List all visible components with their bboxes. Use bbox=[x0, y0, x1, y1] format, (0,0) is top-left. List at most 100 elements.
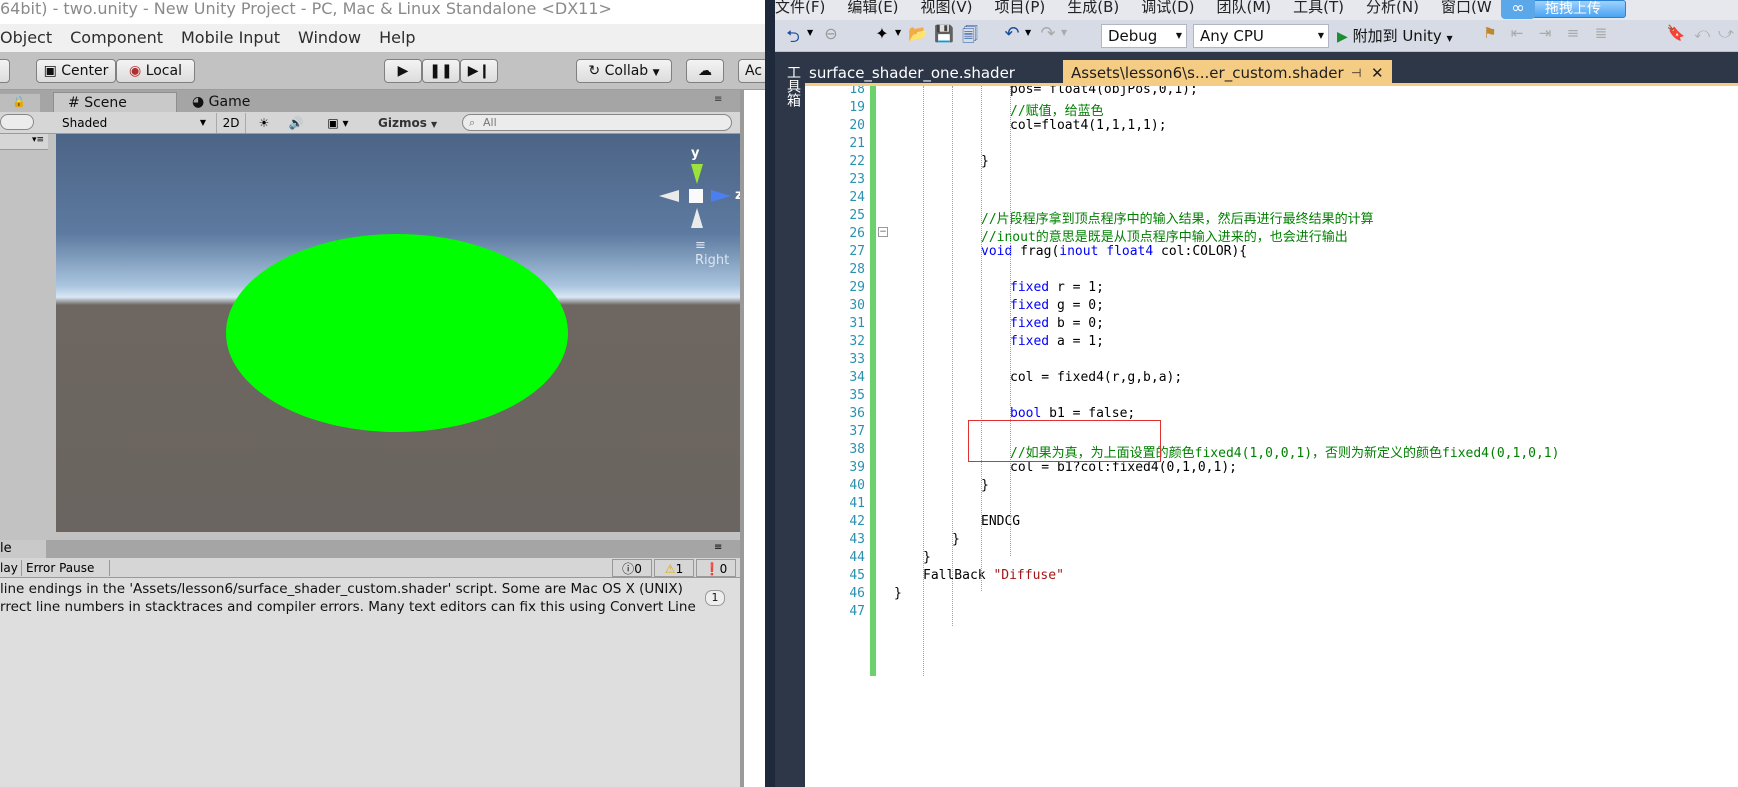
chevron-down-icon[interactable]: ▼ bbox=[895, 28, 901, 37]
pin-icon[interactable]: ⊣ bbox=[1351, 60, 1361, 86]
vs-menu-item[interactable]: 视图(V) bbox=[921, 0, 973, 16]
code-line[interactable]: fixed r = 1; bbox=[1010, 280, 1104, 295]
platform-dropdown[interactable]: Any CPU ▼ bbox=[1193, 24, 1329, 48]
tab-game[interactable]: ◕ Game bbox=[178, 92, 268, 112]
hand-tool-button[interactable] bbox=[0, 59, 10, 83]
gizmos-dropdown[interactable]: Gizmos ▼ bbox=[378, 113, 450, 133]
collab-button[interactable]: ↻ Collab ▼ bbox=[576, 59, 672, 83]
close-icon[interactable]: ✕ bbox=[1371, 60, 1384, 86]
hierarchy-search[interactable] bbox=[0, 114, 34, 130]
panel-divider[interactable] bbox=[740, 90, 744, 540]
code-line[interactable]: ENDCG bbox=[981, 514, 1020, 529]
unity-menu-item[interactable]: Object bbox=[0, 28, 52, 47]
code-line[interactable]: } bbox=[981, 478, 989, 493]
pause-button[interactable]: ❚❚ bbox=[422, 59, 460, 83]
vs-menu-item[interactable]: 工具(T) bbox=[1293, 0, 1344, 16]
back-icon[interactable]: ⮌ bbox=[781, 24, 805, 48]
vs-menu-item[interactable]: 项目(P) bbox=[995, 0, 1046, 16]
comment-icon[interactable]: ≡ bbox=[1561, 24, 1585, 48]
scene-search-input[interactable]: ⌕ All bbox=[462, 114, 732, 131]
code-line[interactable]: } bbox=[894, 586, 902, 601]
indent-icon[interactable]: ⇤ bbox=[1505, 24, 1529, 48]
code-line[interactable]: bool b1 = false; bbox=[1010, 406, 1135, 421]
unity-menu-item[interactable]: Mobile Input bbox=[181, 28, 280, 47]
vs-menu-item[interactable]: 编辑(E) bbox=[847, 0, 898, 16]
error-filter-button[interactable]: ❗0 bbox=[696, 559, 736, 577]
outdent-icon[interactable]: ⇥ bbox=[1533, 24, 1557, 48]
cloud-button[interactable]: ☁ bbox=[686, 59, 724, 83]
open-file-icon[interactable]: 📂 bbox=[907, 24, 929, 48]
account-button[interactable]: Ac bbox=[738, 59, 768, 83]
shading-mode-dropdown[interactable]: Shaded ▼ bbox=[62, 114, 210, 132]
code-editor[interactable]: − 18 pos= float4(objPos,0,1); 19//赋值，给蓝色 20… bbox=[805, 86, 1738, 787]
info-filter-button[interactable]: ⓘ0 bbox=[612, 559, 652, 577]
redo-icon[interactable]: ↷ bbox=[1037, 23, 1059, 47]
code-line[interactable]: pos= float4(objPos,0,1); bbox=[1010, 86, 1198, 97]
gizmo-y-cone[interactable] bbox=[691, 164, 703, 184]
warning-filter-button[interactable]: ⚠1 bbox=[654, 559, 694, 577]
step-button[interactable]: ▶❙ bbox=[460, 59, 498, 83]
unity-menu-item[interactable]: Help bbox=[379, 28, 415, 47]
clear-on-play-toggle[interactable]: lay bbox=[0, 560, 22, 576]
code-line[interactable]: col=float4(1,1,1,1); bbox=[1010, 118, 1167, 133]
lighting-icon[interactable]: ☀ bbox=[252, 113, 276, 133]
vs-menu-item[interactable]: 文件(F) bbox=[775, 0, 825, 16]
code-line[interactable]: } bbox=[981, 154, 989, 169]
tab-console[interactable]: le bbox=[0, 540, 46, 558]
code-line[interactable]: fixed a = 1; bbox=[1010, 334, 1104, 349]
unity-menu-item[interactable]: Component bbox=[70, 28, 163, 47]
gizmo-neg-y-cone[interactable] bbox=[691, 208, 703, 228]
hierarchy-tab-stub[interactable]: 🔒 bbox=[0, 94, 40, 112]
attach-unity-button[interactable]: ▶ 附加到 Unity ▼ bbox=[1337, 24, 1453, 48]
code-line[interactable]: void frag(inout float4 col:COLOR){ bbox=[981, 244, 1247, 259]
green-sphere[interactable] bbox=[226, 234, 568, 432]
pivot-center-button[interactable]: ▣ Center bbox=[36, 59, 116, 83]
scene-viewport[interactable]: y z ≡ Right 🔒 bbox=[56, 134, 740, 532]
code-line[interactable]: //赋值，给蓝色 bbox=[1010, 100, 1104, 119]
vs-menu-item[interactable]: 生成(B) bbox=[1067, 0, 1119, 16]
config-dropdown[interactable]: Debug ▼ bbox=[1101, 24, 1187, 48]
tab-scene[interactable]: # Scene bbox=[53, 92, 177, 112]
code-line[interactable]: col = fixed4(r,g,b,a); bbox=[1010, 370, 1182, 385]
console-message-line[interactable]: line endings in the 'Assets/lesson6/surf… bbox=[0, 580, 740, 598]
bookmark-icon[interactable]: 🔖 bbox=[1665, 24, 1687, 48]
scene-gizmo[interactable]: y z ≡ Right 🔒 bbox=[639, 144, 740, 274]
save-icon[interactable]: 💾 bbox=[933, 24, 955, 48]
undo-icon[interactable]: ↶ bbox=[1001, 23, 1023, 47]
vs-menu-item[interactable]: 调试(D) bbox=[1141, 0, 1194, 16]
code-line[interactable]: col = b1?col:fixed4(0,1,0,1); bbox=[1010, 460, 1237, 475]
chevron-down-icon[interactable]: ▼ bbox=[807, 28, 813, 37]
forward-icon[interactable]: ⊖ bbox=[819, 24, 843, 48]
panel-divider[interactable] bbox=[740, 540, 744, 787]
tab-surface-shader-custom[interactable]: Assets\lesson6\s...er_custom.shader ⊣ ✕ bbox=[1063, 60, 1392, 86]
gizmo-center-cube[interactable] bbox=[689, 189, 703, 203]
save-all-icon[interactable]: 🗐 bbox=[959, 24, 981, 48]
code-line[interactable]: FallBack "Diffuse" bbox=[923, 568, 1064, 583]
console-message-line[interactable]: rrect line numbers in stacktraces and co… bbox=[0, 598, 740, 616]
gizmo-z-cone[interactable] bbox=[711, 190, 731, 202]
vs-menu-item[interactable]: 窗口(W bbox=[1441, 0, 1492, 16]
chevron-down-icon[interactable]: ▼ bbox=[1025, 28, 1031, 37]
code-line[interactable]: } bbox=[923, 550, 931, 565]
error-pause-toggle[interactable]: Error Pause bbox=[26, 560, 110, 576]
prev-bookmark-icon[interactable]: ⤺ bbox=[1691, 24, 1713, 48]
code-line[interactable]: } bbox=[952, 532, 960, 547]
gizmo-x-cone[interactable] bbox=[659, 190, 679, 202]
new-project-icon[interactable]: ✦ bbox=[871, 24, 893, 48]
upload-button[interactable]: ∞ 拖拽上传 bbox=[1501, 0, 1626, 19]
audio-icon[interactable]: 🔊 bbox=[284, 113, 308, 133]
chevron-down-icon[interactable]: ▼ bbox=[1061, 28, 1067, 37]
toggle-2d-button[interactable]: 2D bbox=[216, 113, 246, 133]
code-line[interactable]: fixed b = 0; bbox=[1010, 316, 1104, 331]
uncomment-icon[interactable]: ≣ bbox=[1589, 24, 1613, 48]
tab-surface-shader-one[interactable]: surface_shader_one.shader bbox=[805, 60, 1015, 86]
play-button[interactable]: ▶ bbox=[384, 59, 422, 83]
code-line[interactable]: fixed g = 0; bbox=[1010, 298, 1104, 313]
next-bookmark-icon[interactable]: ⤻ bbox=[1715, 24, 1737, 48]
panel-menu-icon[interactable]: ≡ bbox=[714, 94, 722, 105]
effects-icon[interactable]: ▣ ▾ bbox=[318, 113, 358, 133]
pivot-local-button[interactable]: ◉ Local bbox=[116, 59, 195, 83]
gizmo-view-label[interactable]: ≡ Right bbox=[695, 238, 739, 268]
find-icon[interactable]: ⚑ bbox=[1479, 24, 1501, 48]
code-line[interactable]: //片段程序拿到顶点程序中的输入结果，然后再进行最终结果的计算 bbox=[981, 208, 1374, 227]
